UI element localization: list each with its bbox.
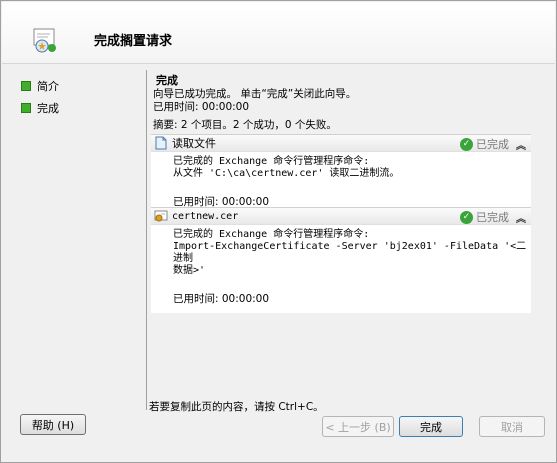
collapse-chevron-icon[interactable]: ︽ bbox=[516, 210, 526, 225]
wizard-window: 完成搁置请求 简介 完成 完成 向导已成功完成。 单击“完成”关闭此向导。 已用… bbox=[0, 0, 557, 463]
section-title: 读取文件 bbox=[172, 137, 216, 150]
nav-item-label: 完成 bbox=[37, 102, 59, 115]
command-label: 已完成的 Exchange 命令行管理程序命令: bbox=[173, 229, 370, 240]
nav-item-complete[interactable]: 完成 bbox=[21, 97, 131, 119]
success-check-icon: ✓ bbox=[460, 210, 473, 224]
page-title: 完成搁置请求 bbox=[94, 34, 173, 49]
status-badge: ✓ 已完成 bbox=[460, 136, 509, 152]
help-button[interactable]: 帮助 (H) bbox=[20, 414, 86, 435]
command-text-continued: 数据>' bbox=[173, 265, 206, 276]
success-check-icon: ✓ bbox=[460, 137, 473, 151]
step-title: 完成 bbox=[156, 74, 178, 87]
summary-text: 摘要: 2 个项目。2 个成功，0 个失败。 bbox=[153, 119, 337, 131]
wizard-content: 完成 向导已成功完成。 单击“完成”关闭此向导。 已用时间: 00:00:00 … bbox=[146, 70, 532, 410]
command-text: Import-ExchangeCertificate -Server 'bj​​… bbox=[173, 241, 527, 264]
status-text: 已完成 bbox=[476, 138, 509, 151]
section-certificate: certnew.cer ✓ 已完成 ︽ 已完成的 Exchange 命令行管理程… bbox=[151, 207, 531, 313]
nav-item-label: 简介 bbox=[37, 80, 59, 93]
step-complete-icon bbox=[21, 103, 31, 113]
nav-item-intro[interactable]: 简介 bbox=[21, 75, 131, 97]
certificate-wizard-icon bbox=[30, 26, 60, 56]
elapsed-time: 已用时间: 00:00:00 bbox=[153, 101, 250, 113]
section-read-file: 读取文件 ✓ 已完成 ︽ 已完成的 Exchange 命令行管理程序命令: 从文… bbox=[151, 134, 531, 216]
section-header[interactable]: 读取文件 ✓ 已完成 ︽ bbox=[151, 134, 531, 152]
wizard-header: 完成搁置请求 bbox=[2, 2, 555, 64]
copy-hint: 若要复制此页的内容，请按 Ctrl+C。 bbox=[149, 401, 324, 413]
file-icon bbox=[154, 136, 168, 150]
section-header[interactable]: certnew.cer ✓ 已完成 ︽ bbox=[151, 207, 531, 225]
command-text: 从文件 'C:\ca\certnew.cer' 读取二进制流。 bbox=[173, 168, 400, 179]
step-complete-icon bbox=[21, 81, 31, 91]
certificate-icon bbox=[154, 209, 168, 223]
intro-text: 向导已成功完成。 单击“完成”关闭此向导。 bbox=[153, 88, 357, 100]
section-body: 已完成的 Exchange 命令行管理程序命令: Import-Exchange… bbox=[151, 225, 531, 313]
status-badge: ✓ 已完成 bbox=[460, 209, 509, 225]
finish-button[interactable]: 完成 bbox=[399, 416, 463, 437]
cancel-button[interactable]: 取消 bbox=[479, 416, 545, 437]
collapse-chevron-icon[interactable]: ︽ bbox=[516, 137, 526, 152]
elapsed-time: 已用时间: 00:00:00 bbox=[173, 293, 270, 305]
section-title: certnew.cer bbox=[172, 210, 239, 222]
status-text: 已完成 bbox=[476, 211, 509, 224]
command-label: 已完成的 Exchange 命令行管理程序命令: bbox=[173, 156, 370, 167]
back-button[interactable]: < 上一步 (B) bbox=[322, 416, 394, 437]
wizard-step-nav: 简介 完成 bbox=[21, 75, 131, 119]
